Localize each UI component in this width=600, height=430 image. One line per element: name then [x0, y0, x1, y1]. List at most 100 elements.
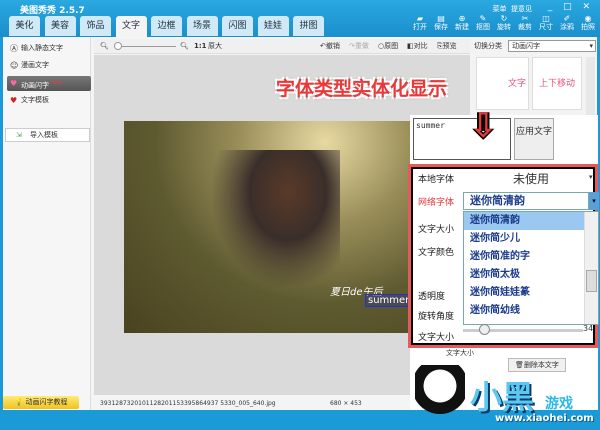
tutorial-label: 动画闪字教程: [25, 398, 68, 406]
new-badge: new: [51, 80, 62, 86]
tool-resize-button[interactable]: ◫ 尺寸: [536, 14, 556, 32]
zoom-slider-knob[interactable]: [114, 42, 122, 50]
overlay-text-selected[interactable]: summer: [365, 294, 413, 307]
color-label: 文字颜色: [418, 248, 455, 258]
tab-2[interactable]: 饰品: [80, 16, 111, 36]
effect-label: 文字: [507, 79, 526, 89]
category-value: 动画闪字: [512, 42, 540, 50]
photo-subject: [210, 150, 340, 290]
font-option[interactable]: 迷你简少儿: [464, 230, 584, 248]
tool-label: 裁剪: [518, 23, 532, 31]
tab-1[interactable]: 美容: [44, 16, 76, 36]
sidebar-item-label: 动画闪字: [21, 81, 49, 90]
apply-text-button[interactable]: 应用文字: [514, 118, 554, 160]
effect-label: 上下移动: [538, 79, 575, 89]
font-option[interactable]: 迷你简幼线: [464, 302, 584, 320]
zoom-out-icon[interactable]: 🔍︎: [100, 39, 109, 54]
preview-label: 预览: [442, 42, 457, 50]
redo-button[interactable]: ↷重做: [349, 39, 369, 54]
sidebar-item-static-text[interactable]: Ⓐ 输入静态文字: [7, 41, 91, 56]
category-label: 切换分类: [474, 42, 502, 50]
zoom-level: 1:1: [194, 42, 207, 50]
tab-4[interactable]: 边框: [151, 16, 182, 36]
file-name: 3931287320101128201153395864937 5330_005…: [100, 400, 276, 407]
sidebar-item-animated-text[interactable]: ♥ 动画闪字 new: [7, 76, 91, 91]
zoom-slider[interactable]: [114, 46, 176, 47]
sidebar-item-label: 输入静态文字: [21, 44, 63, 52]
image-dimensions: 680 × 453: [330, 400, 362, 407]
scrollbar[interactable]: [586, 57, 595, 117]
tab-0[interactable]: 美化: [9, 16, 40, 36]
compare-button[interactable]: ◧对比: [407, 39, 428, 54]
undo-label: 撤销: [325, 42, 340, 50]
tool-new-button[interactable]: ⊕ 新建: [452, 14, 472, 32]
tab-6[interactable]: 闪图: [222, 16, 253, 36]
font-option[interactable]: 迷你简清韵: [464, 212, 584, 230]
import-template-button[interactable]: ⇲ 导入模板: [5, 128, 90, 142]
speech-bubble-icon: ☺: [10, 61, 19, 70]
bulb-icon: 💡: [14, 398, 24, 406]
sidebar-item-comic-text[interactable]: ☺ 漫画文字: [7, 58, 91, 73]
crop-icon: ✂: [521, 14, 529, 23]
original-label: 原图: [384, 42, 399, 50]
window-controls[interactable]: _ □ ✕: [548, 2, 594, 12]
tool-crop-button[interactable]: ✂ 裁剪: [515, 14, 535, 32]
tab-7[interactable]: 娃娃: [257, 16, 289, 36]
highlighted-font-panel: 本地字体 未使用 ▾ 网络字体 迷你简清韵 ▾ 文字大小 文字颜色 透明度 旋转…: [408, 164, 599, 348]
import-icon: ⇲: [16, 131, 22, 139]
zoom-in-icon[interactable]: 🔍︎: [180, 39, 189, 54]
chevron-down-icon[interactable]: ▾: [589, 192, 599, 210]
camera-icon: ◉: [584, 14, 592, 23]
tool-brush-button[interactable]: ✐ 涂鸦: [557, 14, 577, 32]
import-label: 导入模板: [30, 131, 58, 139]
watermark-logo: 小黑: [470, 378, 535, 416]
font-option[interactable]: 迷你简娃娃篆: [464, 284, 584, 302]
sidebar: Ⓐ 输入静态文字 ☺ 漫画文字 ♥ 动画闪字 new ♥ 文字模板: [3, 37, 91, 410]
tab-8[interactable]: 拼图: [293, 16, 324, 36]
menu-link[interactable]: 菜单: [493, 5, 507, 13]
original-size-button[interactable]: 原大: [208, 39, 222, 54]
tutorial-button[interactable]: 💡 动画闪字教程: [3, 396, 79, 409]
watermark-game: 游戏: [545, 396, 573, 412]
menu-links[interactable]: 菜单 提意见: [493, 4, 532, 14]
original-button[interactable]: ○原图: [378, 39, 398, 54]
effect-cell[interactable]: 文字: [476, 57, 529, 110]
undo-button[interactable]: ↶撤销: [320, 39, 340, 54]
sidebar-item-label: 文字模板: [21, 96, 49, 104]
size-slider-knob[interactable]: [479, 324, 490, 335]
tool-save-button[interactable]: ▤ 保存: [431, 14, 451, 32]
tab-5[interactable]: 场景: [186, 16, 218, 36]
tool-label: 保存: [434, 23, 448, 31]
brush-icon: ✐: [563, 14, 571, 23]
tool-folder-button[interactable]: ▰ 打开: [410, 14, 430, 32]
font-option[interactable]: 迷你简准的字: [464, 248, 584, 266]
font-option[interactable]: 迷你简太极: [464, 266, 584, 284]
delete-text-button[interactable]: 🗑删除本文字: [508, 358, 566, 372]
new-icon: ⊕: [458, 14, 466, 23]
tab-3[interactable]: 文字: [115, 16, 147, 37]
dropdown-scrollbar[interactable]: [584, 212, 598, 324]
trash-icon: 🗑: [515, 361, 524, 369]
delete-label: 删除本文字: [523, 361, 559, 369]
folder-icon: ▰: [416, 14, 424, 23]
feedback-link[interactable]: 提意见: [511, 5, 532, 13]
sidebar-item-text-template[interactable]: ♥ 文字模板: [7, 93, 91, 108]
annotation-caption: 字体类型实体化显示: [276, 78, 448, 100]
tool-label: 拍照: [581, 23, 595, 31]
tool-cutout-button[interactable]: ✎ 抠图: [473, 14, 493, 32]
preview-button[interactable]: ⎘预览: [437, 39, 457, 54]
tool-label: 新建: [455, 23, 469, 31]
net-font-select[interactable]: 迷你简清韵: [463, 192, 589, 210]
canvas-toolbar: 🔍︎ 🔍︎ 1:1 原大 ↶撤销 ↷重做 ○原图 ◧对比 ⎘预览: [94, 39, 470, 54]
size-value: 34: [583, 324, 594, 333]
local-font-label: 本地字体: [418, 175, 455, 185]
tool-label: 抠图: [476, 23, 490, 31]
tool-rotate-button[interactable]: ↻ 旋转: [494, 14, 514, 32]
template-icon: ♥: [10, 96, 18, 105]
tool-camera-button[interactable]: ◉ 拍照: [578, 14, 598, 32]
save-icon: ▤: [437, 14, 445, 23]
effect-cell[interactable]: 上下移动: [532, 57, 582, 110]
category-select[interactable]: 动画闪字 ▾: [508, 40, 596, 52]
size-label: 文字大小: [418, 333, 455, 343]
local-font-select[interactable]: 未使用: [513, 170, 549, 187]
